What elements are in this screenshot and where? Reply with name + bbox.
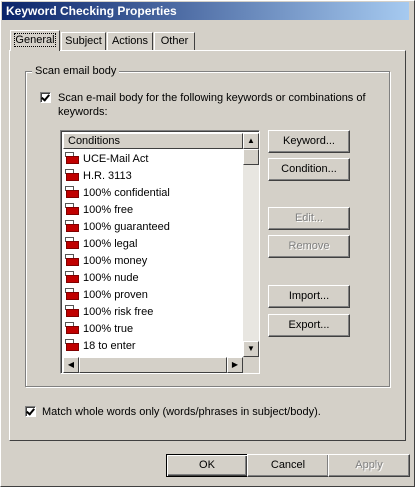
apply-button-label: Apply (355, 459, 383, 471)
rule-icon (65, 322, 79, 334)
list-item[interactable]: 100% risk free (65, 304, 153, 321)
apply-button[interactable]: Apply (328, 454, 410, 477)
rule-icon (65, 271, 79, 283)
list-item-label: 100% legal (83, 238, 138, 250)
list-item-label: 100% free (83, 204, 134, 216)
scan-body-label-line1: Scan e-mail body for the following keywo… (58, 92, 366, 104)
rule-icon (65, 339, 79, 351)
conditions-header-label: Conditions (68, 135, 120, 147)
rule-icon (65, 152, 79, 164)
match-whole-words-label: Match whole words only (words/phrases in… (42, 406, 321, 418)
list-item[interactable]: 100% proven (65, 287, 148, 304)
title-bar: Keyword Checking Properties (2, 2, 409, 20)
scroll-right-icon[interactable]: ▶ (227, 357, 243, 373)
export-button-label: Export... (288, 319, 330, 331)
rule-icon (65, 305, 79, 317)
list-item-label: UCE-Mail Act (83, 153, 149, 165)
list-item-label: 100% risk free (83, 306, 154, 318)
vertical-scroll-thumb[interactable] (243, 149, 259, 165)
list-item[interactable]: 100% confidential (65, 185, 170, 202)
list-item-label: 100% money (83, 255, 148, 267)
rule-icon (65, 186, 79, 198)
rule-icon (65, 169, 79, 181)
list-item[interactable]: H.R. 3113 (65, 168, 132, 185)
list-item-label: 100% nude (83, 272, 139, 284)
group-label: Scan email body (32, 64, 120, 78)
match-whole-words-checkbox[interactable] (25, 406, 36, 417)
scroll-up-icon[interactable]: ▲ (243, 133, 259, 149)
rule-icon (65, 288, 79, 300)
list-item[interactable]: 100% money (65, 253, 147, 270)
list-item[interactable]: 100% true (65, 321, 133, 338)
tab-actions[interactable]: Actions (107, 32, 153, 50)
tab-actions-label: Actions (111, 35, 149, 47)
window-title: Keyword Checking Properties (6, 4, 177, 18)
conditions-list[interactable]: Conditions UCE-Mail Act H.R. 3113 100% con… (60, 130, 260, 374)
edit-button[interactable]: Edit... (268, 207, 350, 230)
keyword-button-label: Keyword... (283, 135, 335, 147)
conditions-column-header[interactable]: Conditions (63, 133, 243, 149)
tab-subject-label: Subject (65, 35, 102, 47)
scan-body-label-line2: keywords: (58, 106, 108, 118)
scan-body-checkbox[interactable] (40, 92, 51, 103)
list-item[interactable]: 100% legal (65, 236, 137, 253)
tab-general-label: General (14, 33, 56, 47)
edit-button-label: Edit... (294, 212, 324, 224)
remove-button[interactable]: Remove (268, 235, 350, 258)
scroll-left-icon[interactable]: ◀ (63, 357, 79, 373)
keyword-button[interactable]: Keyword... (268, 130, 350, 153)
list-item[interactable]: 100% nude (65, 270, 139, 287)
list-item[interactable]: UCE-Mail Act (65, 151, 148, 168)
scroll-corner (243, 357, 259, 373)
rule-icon (65, 220, 79, 232)
condition-button-label: Condition... (281, 163, 337, 175)
vertical-scrollbar[interactable]: ▲ ▼ (243, 133, 259, 357)
tab-other[interactable]: Other (154, 32, 195, 50)
scroll-down-icon[interactable]: ▼ (243, 341, 259, 357)
list-item[interactable]: 100% free (65, 202, 133, 219)
export-button[interactable]: Export... (268, 314, 350, 337)
tab-subject[interactable]: Subject (61, 32, 106, 50)
list-item-label: 18 to enter (83, 340, 136, 352)
list-item-label: 100% proven (83, 289, 148, 301)
list-item[interactable]: 18 to enter (65, 338, 136, 355)
list-item-label: 100% confidential (83, 187, 170, 199)
cancel-button[interactable]: Cancel (247, 454, 329, 477)
remove-button-label: Remove (288, 240, 330, 252)
horizontal-scroll-thumb[interactable] (79, 357, 227, 373)
ok-button-label: OK (199, 459, 215, 471)
list-item-label: H.R. 3113 (83, 170, 132, 182)
import-button-label: Import... (288, 290, 330, 302)
horizontal-scrollbar[interactable]: ◀ ▶ (63, 357, 243, 373)
rule-icon (65, 237, 79, 249)
cancel-button-label: Cancel (270, 459, 306, 471)
rule-icon (65, 203, 79, 215)
condition-button[interactable]: Condition... (268, 158, 350, 181)
rule-icon (65, 254, 79, 266)
list-item-label: 100% guaranteed (83, 221, 170, 233)
list-item-label: 100% true (83, 323, 134, 335)
tab-general[interactable]: General (10, 30, 60, 51)
list-item[interactable]: 100% guaranteed (65, 219, 170, 236)
ok-button[interactable]: OK (166, 454, 248, 477)
import-button[interactable]: Import... (268, 285, 350, 308)
tab-other-label: Other (160, 35, 189, 47)
